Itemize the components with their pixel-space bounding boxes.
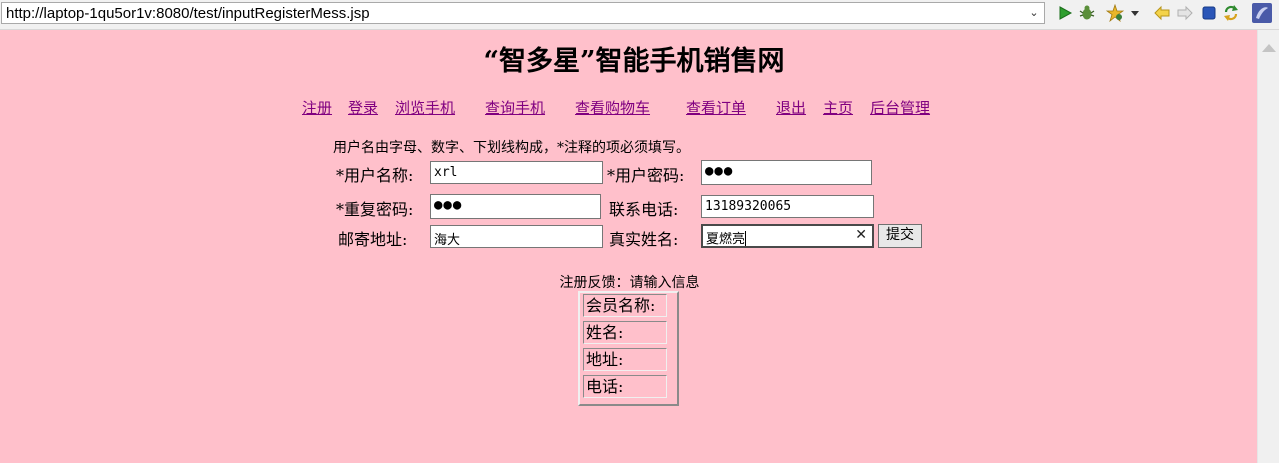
text-caret (745, 231, 747, 246)
page-viewport: “智多星”智能手机销售网 注册 登录 浏览手机 查询手机 查看购物车 查看订单 … (0, 30, 1257, 463)
member-name-cell: 会员名称: (583, 294, 667, 317)
nav-link-search-phones[interactable]: 查询手机 (485, 97, 545, 118)
member-info-table: 会员名称: 姓名: 地址: 电话: (578, 291, 679, 406)
phone-input[interactable]: 13189320065 (701, 195, 874, 218)
stop-icon[interactable] (1200, 4, 1218, 22)
nav-link-logout[interactable]: 退出 (776, 97, 806, 118)
browser-app-icon[interactable] (1251, 2, 1273, 24)
nav-link-browse-phones[interactable]: 浏览手机 (395, 97, 455, 118)
back-icon[interactable] (1153, 4, 1171, 22)
username-input[interactable]: xrl (430, 161, 603, 184)
nav-links: 注册 登录 浏览手机 查询手机 查看购物车 查看订单 退出 主页 后台管理 (0, 97, 1257, 117)
tools-icon[interactable] (1106, 4, 1124, 22)
nav-link-home[interactable]: 主页 (823, 97, 853, 118)
debug-icon[interactable] (1078, 4, 1096, 22)
site-title: “智多星”智能手机销售网 (483, 46, 785, 77)
repeat-password-label: *重复密码: (336, 200, 414, 219)
phone-label: 联系电话: (609, 200, 679, 219)
username-label: *用户名称: (336, 166, 414, 185)
password-input[interactable]: ●●● (701, 160, 872, 185)
real-name-cell: 姓名: (583, 321, 667, 344)
form-hint: 用户名由字母、数字、下划线构成，*注释的项必须填写。 (333, 140, 690, 156)
nav-link-login[interactable]: 登录 (348, 97, 378, 118)
repeat-password-input[interactable]: ●●● (430, 194, 601, 219)
scroll-up-arrow-icon[interactable] (1262, 44, 1276, 52)
dropdown-icon[interactable] (1129, 4, 1141, 22)
register-feedback: 注册反馈：请输入信息 (559, 275, 700, 291)
realname-label: 真实姓名: (609, 230, 679, 249)
nav-link-admin[interactable]: 后台管理 (870, 97, 930, 118)
forward-icon[interactable] (1176, 4, 1194, 22)
address-input[interactable]: 海大 (430, 225, 603, 248)
address-bar[interactable]: http://laptop-1qu5or1v:8080/test/inputRe… (1, 2, 1045, 24)
clear-icon[interactable]: ✕ (855, 227, 867, 243)
nav-link-register[interactable]: 注册 (302, 97, 332, 118)
browser-toolbar: http://laptop-1qu5or1v:8080/test/inputRe… (0, 0, 1279, 30)
nav-link-view-orders[interactable]: 查看订单 (686, 97, 746, 118)
phone-cell: 电话: (583, 375, 667, 398)
nav-link-view-cart[interactable]: 查看购物车 (575, 97, 650, 118)
submit-button[interactable]: 提交 (878, 224, 922, 248)
chevron-down-icon[interactable]: ⌄ (1027, 6, 1041, 20)
realname-value: 夏燃亮 (706, 232, 746, 247)
vertical-scrollbar[interactable] (1257, 30, 1279, 463)
url-text[interactable]: http://laptop-1qu5or1v:8080/test/inputRe… (6, 5, 370, 22)
run-icon[interactable] (1056, 4, 1074, 22)
realname-input[interactable]: 夏燃亮 ✕ (701, 224, 874, 248)
address-label: 邮寄地址: (338, 230, 408, 249)
refresh-icon[interactable] (1222, 4, 1240, 22)
password-label: *用户密码: (607, 166, 685, 185)
address-cell: 地址: (583, 348, 667, 371)
